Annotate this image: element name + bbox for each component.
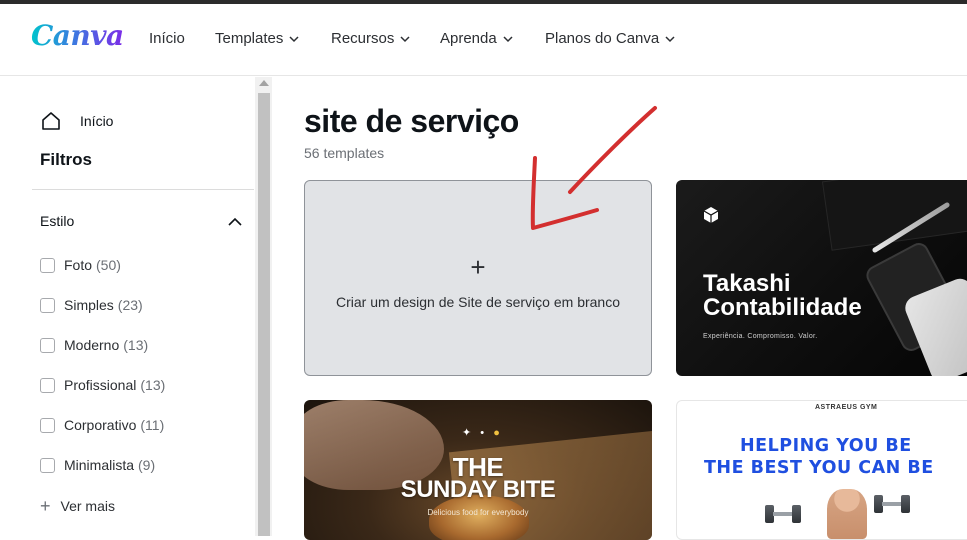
filter-label: Corporativo	[64, 417, 137, 433]
nav-aprenda-label: Aprenda	[440, 30, 497, 47]
plus-icon: +	[470, 252, 486, 282]
checkbox[interactable]	[40, 377, 55, 393]
filter-count: (50)	[96, 257, 121, 273]
see-more-label: Ver mais	[60, 498, 115, 514]
style-section-label[interactable]: Estilo	[40, 213, 74, 229]
checkbox[interactable]	[40, 417, 55, 433]
template-count: 56 templates	[304, 145, 385, 161]
see-more-button[interactable]: + Ver mais	[40, 497, 115, 515]
filter-simples[interactable]: Simples (23)	[40, 297, 143, 313]
filter-label: Moderno	[64, 337, 120, 353]
filter-count: (13)	[123, 337, 149, 353]
nav-aprenda[interactable]: Aprenda	[440, 30, 514, 47]
filter-foto[interactable]: Foto (50)	[40, 257, 121, 273]
nav-templates-label: Templates	[215, 30, 284, 47]
template-subtitle: Experiência. Compromisso. Valor.	[703, 333, 818, 340]
template-title-line1: Takashi	[703, 270, 791, 297]
canva-logo[interactable]: Canva	[31, 19, 124, 52]
filter-profissional[interactable]: Profissional (13)	[40, 377, 165, 393]
nav-recursos-label: Recursos	[331, 30, 395, 47]
chevron-down-icon	[665, 35, 675, 42]
filter-count: (9)	[138, 457, 156, 473]
filter-corporativo[interactable]: Corporativo (11)	[40, 417, 164, 433]
template-card-takashi[interactable]: Takashi Contabilidade Experiência. Compro…	[676, 180, 967, 376]
template-card-sunday-bite[interactable]: ✦ • ● THE SUNDAY BITE Delicious food for…	[304, 400, 652, 540]
gym-headline-line1: HELPING YOU BE	[740, 436, 912, 456]
nav-templates[interactable]: Templates	[215, 30, 300, 47]
cube-logo-icon	[703, 207, 719, 223]
checkbox[interactable]	[40, 457, 55, 473]
nav-planos[interactable]: Planos do Canva	[545, 30, 676, 47]
sidebar-home-link[interactable]: Início	[40, 110, 113, 132]
filter-count: (13)	[140, 377, 166, 393]
filters-heading: Filtros	[40, 150, 92, 169]
checkbox[interactable]	[40, 297, 55, 313]
filter-minimalista[interactable]: Minimalista (9)	[40, 457, 155, 473]
sparkle-icon: ✦ • ●	[462, 427, 503, 439]
filter-label: Simples	[64, 297, 114, 313]
nav-inicio-label: Início	[149, 30, 185, 47]
filter-label: Minimalista	[64, 457, 135, 473]
filter-moderno[interactable]: Moderno (13)	[40, 337, 148, 353]
dumbbell-icon	[765, 505, 801, 523]
create-blank-design-card[interactable]: + Criar um design de Site de serviço em …	[304, 180, 652, 376]
template-title-line2: SUNDAY BITE	[400, 476, 556, 503]
template-title-line2: Contabilidade	[703, 294, 862, 321]
chevron-down-icon	[400, 35, 410, 42]
chevron-down-icon	[503, 35, 513, 42]
template-title: Takashi Contabilidade	[703, 272, 862, 320]
home-icon	[42, 112, 60, 130]
checkbox[interactable]	[40, 337, 55, 353]
nav-inicio[interactable]: Início	[149, 30, 185, 47]
scrollbar-thumb[interactable]	[258, 93, 270, 536]
site-header: Canva Início Templates Recursos Aprenda …	[0, 4, 967, 76]
nav-planos-label: Planos do Canva	[545, 30, 660, 47]
page-title: site de serviço	[304, 103, 519, 139]
plus-icon: +	[40, 496, 51, 516]
athlete-graphic	[827, 489, 867, 539]
scroll-up-arrow-icon[interactable]	[259, 80, 269, 86]
nav-recursos[interactable]: Recursos	[331, 30, 411, 47]
filter-count: (23)	[117, 297, 143, 313]
sidebar-divider	[32, 189, 254, 190]
filter-label: Profissional	[64, 377, 137, 393]
filter-label: Foto	[64, 257, 93, 273]
sidebar-home-label: Início	[80, 113, 114, 129]
gym-brand: ASTRAEUS GYM	[815, 404, 878, 411]
dumbbell-icon	[874, 495, 910, 513]
gym-headline-line2: THE BEST YOU CAN BE	[704, 458, 934, 478]
chevron-down-icon	[289, 35, 299, 42]
filter-count: (11)	[140, 417, 165, 433]
create-blank-label: Criar um design de Site de serviço em br…	[335, 294, 621, 310]
chevron-up-icon[interactable]	[227, 215, 243, 227]
checkbox[interactable]	[40, 257, 55, 273]
template-subtitle: Delicious food for everybody	[427, 508, 529, 517]
